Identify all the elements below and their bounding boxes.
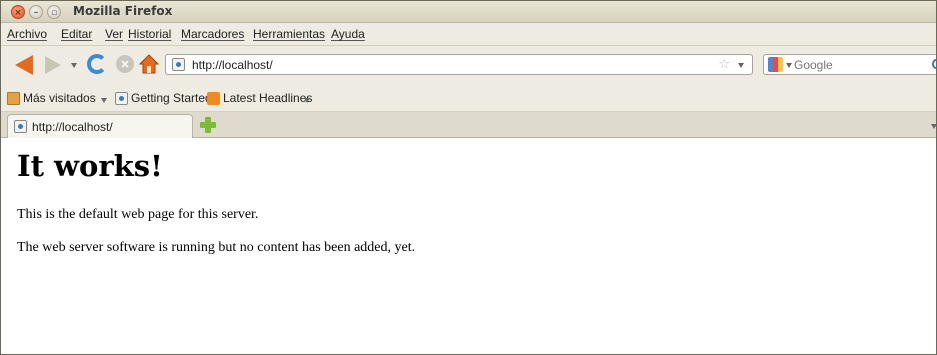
- page-heading: It works!: [17, 149, 163, 183]
- menu-historial[interactable]: Historial: [128, 27, 171, 41]
- browser-window: × – ▫ Mozilla Firefox Archivo Editar Ver…: [0, 0, 937, 355]
- url-text[interactable]: http://localhost/: [192, 58, 273, 72]
- menu-archivo[interactable]: Archivo: [7, 27, 47, 41]
- close-window-button[interactable]: ×: [11, 5, 25, 19]
- tab-localhost[interactable]: http://localhost/: [7, 114, 193, 138]
- back-arrow-icon[interactable]: [15, 55, 33, 75]
- menu-editar[interactable]: Editar: [61, 27, 92, 41]
- page-icon: [14, 120, 27, 133]
- url-bar[interactable]: http://localhost/ ☆: [165, 54, 753, 75]
- new-tab-plus-icon[interactable]: [200, 117, 216, 133]
- chevron-down-icon[interactable]: [101, 98, 107, 103]
- page-content: It works! This is the default web page f…: [1, 139, 936, 354]
- page-icon: [115, 92, 128, 105]
- tab-list-chevron-icon[interactable]: [931, 124, 936, 129]
- menu-ver[interactable]: Ver: [105, 27, 123, 41]
- menu-herramientas[interactable]: Herramientas: [253, 27, 325, 41]
- tab-label: http://localhost/: [32, 120, 113, 134]
- bookmark-star-icon[interactable]: ☆: [718, 57, 730, 72]
- search-icon[interactable]: [932, 59, 936, 69]
- minimize-window-button[interactable]: –: [29, 5, 43, 19]
- site-identity-icon[interactable]: [172, 58, 185, 71]
- menu-bar: Archivo Editar Ver Historial Marcadores …: [1, 23, 936, 46]
- chevron-down-icon[interactable]: [304, 98, 310, 103]
- bookmark-getting-started[interactable]: Getting Started: [131, 91, 212, 105]
- google-engine-icon[interactable]: [768, 57, 783, 72]
- history-dropdown-icon[interactable]: [71, 63, 77, 68]
- page-paragraph: This is the default web page for this se…: [17, 207, 259, 222]
- bookmark-latest-headlines[interactable]: Latest Headlines: [223, 91, 312, 105]
- tab-strip: http://localhost/: [1, 112, 936, 138]
- search-engine-dropdown-icon[interactable]: [786, 63, 792, 68]
- search-input[interactable]: [794, 58, 924, 72]
- forward-arrow-icon[interactable]: [45, 56, 61, 74]
- navigation-toolbar: × http://localhost/ ☆: [1, 46, 936, 84]
- home-icon[interactable]: [138, 54, 160, 74]
- menu-ayuda[interactable]: Ayuda: [331, 27, 365, 41]
- stop-icon[interactable]: ×: [116, 55, 134, 73]
- title-bar: × – ▫ Mozilla Firefox: [1, 1, 936, 23]
- rss-icon: [207, 92, 220, 105]
- url-history-dropdown-icon[interactable]: [738, 63, 744, 68]
- menu-marcadores[interactable]: Marcadores: [181, 27, 244, 41]
- folder-icon: [7, 92, 20, 105]
- page-paragraph: The web server software is running but n…: [17, 240, 416, 255]
- search-bar[interactable]: [763, 54, 936, 75]
- window-title: Mozilla Firefox: [73, 4, 173, 18]
- maximize-window-button[interactable]: ▫: [47, 5, 61, 19]
- bookmark-mas-visitados[interactable]: Más visitados: [23, 91, 96, 105]
- reload-icon[interactable]: [87, 54, 107, 74]
- bookmarks-toolbar: Más visitados Getting Started Latest Hea…: [1, 84, 936, 112]
